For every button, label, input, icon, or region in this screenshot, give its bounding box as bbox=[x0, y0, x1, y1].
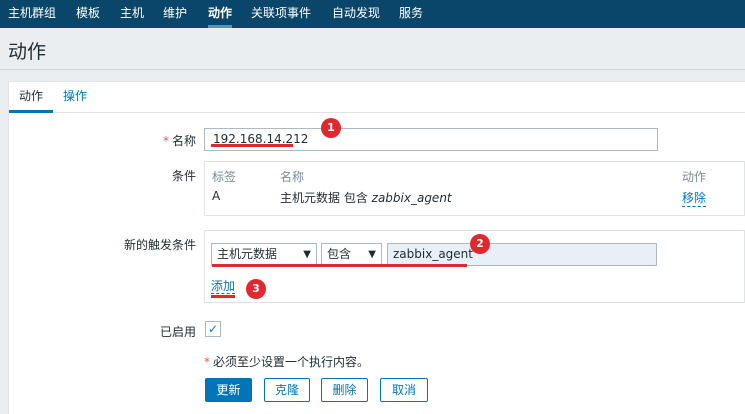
page-header: 动作 bbox=[0, 28, 745, 70]
condition-type-value: 主机元数据 bbox=[217, 247, 278, 261]
tab-bar: 动作 操作 bbox=[9, 82, 745, 113]
enabled-checkbox[interactable]: ✓ bbox=[205, 321, 221, 337]
page-title: 动作 bbox=[8, 41, 47, 63]
remove-condition-link[interactable]: 移除 bbox=[682, 189, 707, 207]
name-label: * 名称 bbox=[0, 132, 196, 149]
condition-text: 主机元数据 包含 bbox=[280, 191, 372, 205]
requirement-note: * 必须至少设置一个执行内容。 bbox=[204, 353, 369, 370]
add-condition-link[interactable]: 添加 bbox=[211, 279, 236, 294]
tab-operations[interactable]: 操作 bbox=[53, 82, 97, 113]
check-icon: ✓ bbox=[207, 322, 219, 336]
nav-actions[interactable]: 动作 bbox=[208, 0, 233, 28]
triangle-down-icon: ▼ bbox=[368, 249, 376, 260]
annotation-underline bbox=[211, 144, 293, 147]
condition-operator-select[interactable]: 包含 ▼ bbox=[321, 243, 382, 266]
cancel-button[interactable]: 取消 bbox=[380, 378, 428, 402]
tab-action[interactable]: 动作 bbox=[9, 82, 54, 113]
header-action: 动作 bbox=[682, 170, 707, 184]
clone-button[interactable]: 克隆 bbox=[264, 378, 310, 402]
requirement-note-text: 必须至少设置一个执行内容。 bbox=[213, 355, 370, 369]
nav-host-groups[interactable]: 主机群组 bbox=[8, 0, 56, 28]
nav-services[interactable]: 服务 bbox=[399, 0, 423, 28]
update-button[interactable]: 更新 bbox=[205, 378, 252, 402]
required-mark: * bbox=[204, 355, 210, 369]
required-mark: * bbox=[162, 134, 169, 148]
annotation-badge: 1 bbox=[321, 118, 341, 138]
annotation-badge: 3 bbox=[246, 279, 266, 299]
annotation-underline bbox=[211, 295, 235, 298]
annotation-badge: 2 bbox=[470, 234, 490, 254]
condition-value: zabbix_agent bbox=[371, 191, 452, 205]
name-label-text: 名称 bbox=[171, 134, 196, 148]
nav-hosts[interactable]: 主机 bbox=[120, 0, 144, 28]
conditions-label: 条件 bbox=[171, 169, 196, 183]
nav-discovery[interactable]: 自动发现 bbox=[332, 0, 380, 28]
annotation-underline bbox=[212, 264, 467, 267]
condition-type-select[interactable]: 主机元数据 ▼ bbox=[211, 243, 317, 266]
condition-description: 主机元数据 包含 zabbix_agent bbox=[280, 189, 452, 206]
name-input[interactable]: 192.168.14.212 bbox=[204, 128, 658, 151]
nav-templates[interactable]: 模板 bbox=[76, 0, 100, 28]
condition-value-input[interactable]: zabbix_agent bbox=[387, 243, 657, 266]
nav-maintenance[interactable]: 维护 bbox=[163, 0, 187, 28]
delete-button[interactable]: 删除 bbox=[321, 378, 368, 402]
top-navigation: 主机群组 模板 主机 维护 动作 关联项事件 自动发现 服务 bbox=[0, 0, 745, 28]
conditions-table: 标签 名称 动作 A 主机元数据 包含 zabbix_agent 移除 bbox=[204, 161, 745, 216]
new-condition-label: 新的触发条件 bbox=[123, 238, 196, 252]
nav-event-correlation[interactable]: 关联项事件 bbox=[251, 0, 311, 28]
enabled-label: 已启用 bbox=[159, 325, 196, 339]
triangle-down-icon: ▼ bbox=[303, 249, 311, 260]
header-tag: 标签 bbox=[212, 170, 237, 184]
condition-operator-value: 包含 bbox=[327, 247, 352, 261]
header-name: 名称 bbox=[280, 170, 305, 184]
condition-tag: A bbox=[212, 189, 221, 203]
